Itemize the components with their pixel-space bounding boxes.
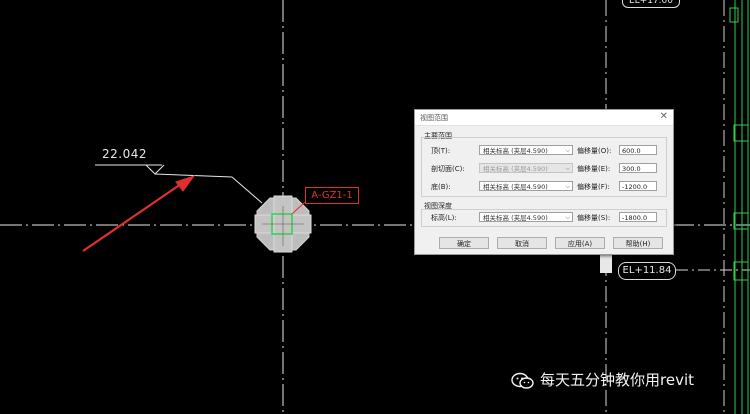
bottom-level-select[interactable]: 相关标高 (夹层4.590) ⌵: [479, 181, 573, 191]
top-level-select-value: 相关标高 (夹层4.590): [483, 147, 548, 155]
help-button[interactable]: 帮助(H): [613, 237, 663, 249]
chevron-down-icon: ⌵: [565, 214, 570, 221]
depth-level-label: 标高(L):: [431, 214, 457, 222]
close-icon[interactable]: ✕: [660, 111, 668, 122]
chevron-down-icon: ⌵: [565, 165, 570, 172]
top-offset-input[interactable]: 600.0: [619, 145, 657, 155]
depth-level-select[interactable]: 相关标高 (夹层4.590) ⌵: [479, 212, 573, 222]
cut-plane-select-value: 相关标高 (夹层4.590): [483, 165, 548, 173]
column-tag[interactable]: A-GZ1-1: [305, 187, 359, 204]
bottom-label: 底(B):: [431, 183, 451, 191]
elevation-value: 22.042: [102, 147, 147, 161]
view-range-dialog: 视图范围 ✕ 主要范围 顶(T): 相关标高 (夹层4.590) ⌵ 偏移量(O…: [414, 109, 674, 255]
depth-offset-label: 偏移量(S):: [577, 214, 611, 222]
cut-plane-offset-label: 偏移量(E):: [577, 165, 611, 173]
depth-level-select-value: 相关标高 (夹层4.590): [483, 214, 548, 222]
depth-offset-input[interactable]: -1800.0: [619, 212, 657, 222]
dialog-titlebar[interactable]: 视图范围 ✕: [415, 110, 673, 126]
dialog-title: 视图范围: [420, 114, 448, 122]
ok-button[interactable]: 确定: [439, 237, 489, 249]
top-level-select[interactable]: 相关标高 (夹层4.590) ⌵: [479, 145, 573, 155]
bottom-level-select-value: 相关标高 (夹层4.590): [483, 183, 548, 191]
green-structure: [729, 0, 749, 414]
wechat-icon: [511, 372, 534, 389]
top-label: 顶(T):: [431, 147, 451, 155]
cut-plane-label: 剖切面(C):: [431, 165, 465, 173]
watermark-text: 每天五分钟教你用revit: [540, 371, 694, 389]
cut-plane-select: 相关标高 (夹层4.590) ⌵: [479, 163, 573, 173]
cut-plane-offset-input[interactable]: 300.0: [619, 163, 657, 173]
top-level-tag: EL+17.00: [622, 0, 680, 8]
bottom-offset-input[interactable]: -1200.0: [619, 181, 657, 191]
level-tag[interactable]: EL+11.84: [618, 262, 676, 280]
chevron-down-icon: ⌵: [565, 147, 570, 154]
cancel-button[interactable]: 取消: [497, 237, 547, 249]
top-offset-label: 偏移量(O):: [577, 147, 612, 155]
level-handle: [600, 253, 612, 273]
bottom-offset-label: 偏移量(F):: [577, 183, 610, 191]
red-arrow-left: [82, 175, 196, 252]
column-symbol: [254, 195, 312, 253]
apply-button[interactable]: 应用(A): [555, 237, 605, 249]
chevron-down-icon: ⌵: [565, 183, 570, 190]
